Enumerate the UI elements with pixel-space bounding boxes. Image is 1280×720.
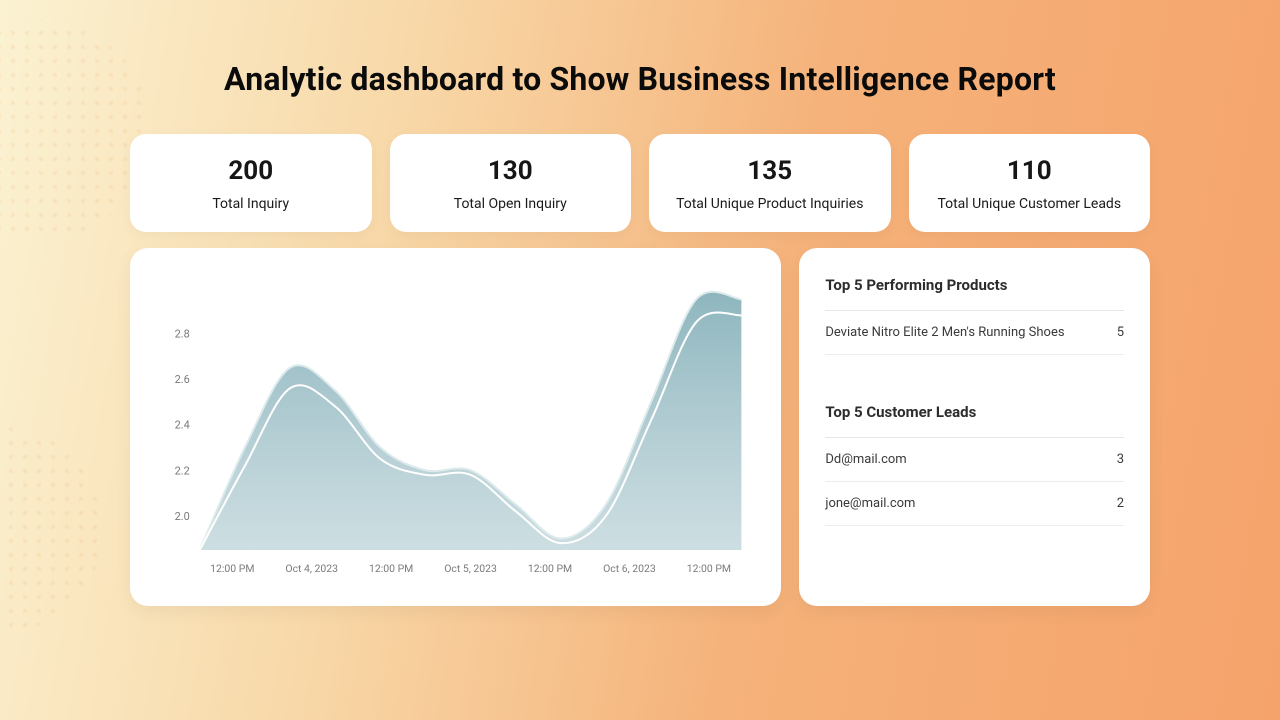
list-item-name: Dd@mail.com [825, 452, 906, 467]
stat-card-unique-product: 135 Total Unique Product Inquiries [649, 134, 891, 232]
svg-text:2.4: 2.4 [175, 419, 190, 432]
svg-text:12:00 PM: 12:00 PM [528, 562, 572, 575]
list-item: Deviate Nitro Elite 2 Men's Running Shoe… [825, 311, 1124, 355]
stat-card-unique-leads: 110 Total Unique Customer Leads [909, 134, 1151, 232]
stats-row: 200 Total Inquiry 130 Total Open Inquiry… [130, 134, 1150, 232]
list-item-count: 5 [1117, 325, 1124, 340]
products-list: Deviate Nitro Elite 2 Men's Running Shoe… [825, 311, 1124, 355]
svg-text:12:00 PM: 12:00 PM [210, 562, 254, 575]
stat-value: 135 [667, 156, 873, 186]
leads-list: Dd@mail.com 3 jone@mail.com 2 [825, 438, 1124, 526]
svg-text:Oct 6, 2023: Oct 6, 2023 [603, 562, 656, 575]
area-chart: 2.0 2.2 2.4 2.6 2.8 12:00 PM Oct 4, 2023 12:00 … [154, 274, 751, 584]
stat-card-open-inquiry: 130 Total Open Inquiry [390, 134, 632, 232]
page-title: Analytic dashboard to Show Business Inte… [130, 60, 1150, 98]
stat-value: 200 [148, 156, 354, 186]
svg-text:Oct 5, 2023: Oct 5, 2023 [444, 562, 497, 575]
svg-text:2.0: 2.0 [175, 510, 190, 523]
chart-card: 2.0 2.2 2.4 2.6 2.8 12:00 PM Oct 4, 2023 12:00 … [130, 248, 781, 606]
stat-label: Total Unique Product Inquiries [667, 196, 873, 212]
svg-text:12:00 PM: 12:00 PM [369, 562, 413, 575]
products-title: Top 5 Performing Products [825, 276, 1124, 294]
list-item: Dd@mail.com 3 [825, 438, 1124, 482]
list-item-name: Deviate Nitro Elite 2 Men's Running Shoe… [825, 325, 1064, 340]
stat-label: Total Open Inquiry [408, 196, 614, 212]
list-item-count: 3 [1117, 452, 1124, 467]
stat-card-total-inquiry: 200 Total Inquiry [130, 134, 372, 232]
list-item: jone@mail.com 2 [825, 482, 1124, 526]
list-item-name: jone@mail.com [825, 496, 915, 511]
stat-value: 110 [927, 156, 1133, 186]
leads-title: Top 5 Customer Leads [825, 403, 1124, 421]
svg-text:Oct 4, 2023: Oct 4, 2023 [285, 562, 338, 575]
svg-text:12:00 PM: 12:00 PM [687, 562, 731, 575]
svg-text:2.2: 2.2 [175, 464, 190, 477]
svg-text:2.8: 2.8 [175, 328, 190, 341]
stat-label: Total Unique Customer Leads [927, 196, 1133, 212]
svg-text:2.6: 2.6 [175, 373, 190, 386]
stat-value: 130 [408, 156, 614, 186]
side-panel: Top 5 Performing Products Deviate Nitro … [799, 248, 1150, 606]
list-item-count: 2 [1117, 496, 1124, 511]
stat-label: Total Inquiry [148, 196, 354, 212]
